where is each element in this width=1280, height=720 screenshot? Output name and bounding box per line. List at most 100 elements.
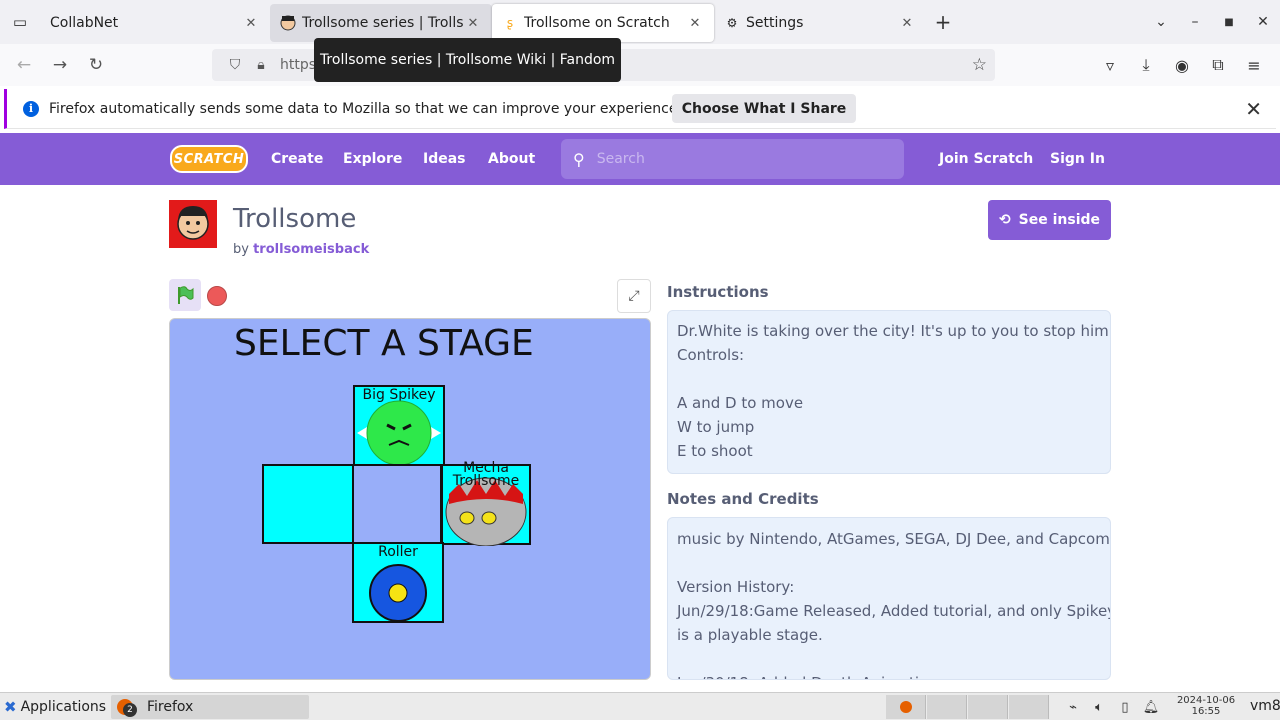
extensions-icon[interactable]: ⧉	[1200, 55, 1236, 75]
workspace-2[interactable]	[927, 695, 967, 719]
applications-label: Applications	[20, 698, 107, 715]
see-inside-button[interactable]: ⟲ See inside	[988, 200, 1111, 240]
notes-line	[677, 551, 1101, 575]
scratch-header: SCRATCH Create Explore Ideas About ⚲ Sea…	[0, 133, 1280, 185]
window-close-icon[interactable]: ✕	[1246, 14, 1280, 30]
tab-collabnet[interactable]: CollabNet ✕	[40, 4, 270, 42]
firefox-icon: 2	[117, 699, 137, 717]
data-notification-bar: i Firefox automatically sends some data …	[4, 89, 1276, 129]
instructions-line: E to shoot	[677, 442, 753, 460]
shield-icon: ⛉	[229, 57, 241, 73]
notes-box: music by Nintendo, AtGames, SEGA, DJ Dee…	[667, 517, 1111, 680]
close-icon[interactable]: ✕	[1245, 97, 1262, 121]
window-count-badge: 2	[123, 703, 137, 717]
lock-icon: 🔒︎	[257, 57, 265, 73]
big-spikey-icon	[357, 400, 441, 465]
notification-bell-icon[interactable]: 🔔︎	[1138, 700, 1164, 715]
stage-mecha-trollsome[interactable]: Mecha Trollsome	[441, 460, 531, 546]
notes-line: Jun/29/18:Game Released, Added tutorial,…	[677, 602, 1111, 620]
search-icon: ⚲	[573, 149, 585, 169]
tab-settings[interactable]: ⚙ Settings ✕	[714, 4, 926, 42]
pocket-icon[interactable]: ▿	[1092, 56, 1128, 75]
roller-icon	[369, 564, 427, 622]
system-tray: ⌁ 🔈︎ ▯ 🔔︎	[1060, 693, 1164, 720]
account-icon[interactable]: ◉	[1164, 56, 1200, 75]
green-flag-icon	[178, 286, 194, 304]
notes-line: music by Nintendo, AtGames, SEGA, DJ Dee…	[677, 530, 1110, 548]
taskbar: ✖ Applications 2 Firefox ⌁ 🔈︎ ▯ 🔔︎ 2024-…	[0, 692, 1280, 720]
tab-title: Trollsome series | Trollsome Wiki | Fand…	[302, 15, 464, 31]
troll-face-icon	[280, 15, 296, 31]
clock-date: 2024-10-06	[1176, 695, 1236, 706]
join-scratch-link[interactable]: Join Scratch	[939, 133, 1033, 185]
notes-heading: Notes and Credits	[667, 490, 819, 508]
instructions-line: W to jump	[677, 418, 755, 436]
sign-in-link[interactable]: Sign In	[1050, 133, 1105, 185]
nav-explore[interactable]: Explore	[343, 133, 402, 185]
choose-what-i-share-button[interactable]: Choose What I Share	[672, 94, 856, 123]
maximize-icon[interactable]: ■	[1212, 17, 1246, 28]
workspace-1[interactable]	[886, 695, 926, 719]
author-link[interactable]: trollsomeisback	[253, 242, 369, 257]
workspace-4[interactable]	[1009, 695, 1049, 719]
new-tab-button[interactable]: +	[926, 10, 960, 34]
bookmark-star-icon[interactable]: ☆	[972, 55, 987, 75]
close-icon[interactable]: ✕	[242, 16, 260, 31]
clock-time: 16:55	[1191, 706, 1221, 717]
instructions-line: Dr.White is taking over the city! It's u…	[677, 322, 1111, 340]
notes-line: Jun/30/18: Added Death Animation	[677, 671, 1101, 679]
notes-line	[677, 647, 1101, 671]
firefox-label: Firefox	[147, 699, 194, 715]
nav-ideas[interactable]: Ideas	[423, 133, 466, 185]
stage-big-spikey[interactable]: Big Spikey	[353, 385, 445, 466]
search-input[interactable]: ⚲ Search	[561, 139, 904, 179]
close-icon[interactable]: ✕	[898, 16, 916, 31]
clock[interactable]: 2024-10-06 16:55	[1170, 695, 1242, 717]
notes-line: Version History:	[677, 578, 795, 596]
close-icon[interactable]: ✕	[686, 16, 704, 31]
chevron-down-icon[interactable]: ⌄	[1144, 14, 1178, 30]
nav-bar: ← → ↻ ⛉ 🔒︎ https: ☆ ▿ ⤓ ◉ ⧉ ≡	[0, 44, 1280, 86]
notes-line: is a playable stage.	[677, 626, 823, 644]
user-label: vm8	[1250, 698, 1280, 714]
minimize-icon[interactable]: –	[1178, 14, 1212, 30]
instructions-box: Dr.White is taking over the city! It's u…	[667, 310, 1111, 474]
taskbar-firefox[interactable]: 2 Firefox	[111, 695, 309, 719]
xfce-icon: ✖	[4, 697, 17, 716]
scratch-logo[interactable]: SCRATCH	[170, 145, 248, 173]
green-flag-button[interactable]	[169, 279, 201, 311]
stage-label: Roller	[378, 544, 418, 560]
battery-icon[interactable]: ▯	[1112, 700, 1138, 715]
forward-icon[interactable]: →	[42, 55, 78, 75]
stage-roller[interactable]: Roller	[352, 542, 444, 623]
project-stage[interactable]: SELECT A STAGE Big Spikey Mecha Trollsom…	[169, 318, 651, 680]
close-icon[interactable]: ✕	[464, 16, 482, 31]
nav-about[interactable]: About	[488, 133, 535, 185]
firefox-view-icon[interactable]: ▭	[0, 0, 40, 44]
menu-icon[interactable]: ≡	[1236, 56, 1272, 75]
search-placeholder: Search	[596, 151, 645, 167]
back-icon[interactable]: ←	[6, 55, 42, 75]
nav-create[interactable]: Create	[271, 133, 323, 185]
see-inside-label: See inside	[1018, 212, 1101, 228]
volume-icon[interactable]: 🔈︎	[1086, 700, 1112, 715]
instructions-line: A and D to move	[677, 394, 804, 412]
tab-bar: ▭ CollabNet ✕ Trollsome series | Trollso…	[0, 0, 1280, 44]
tab-trollsome-wiki[interactable]: Trollsome series | Trollsome Wiki | Fand…	[270, 4, 492, 42]
remix-icon: ⟲	[998, 212, 1011, 228]
tab-title: CollabNet	[50, 15, 119, 31]
reload-icon[interactable]: ↻	[78, 55, 114, 75]
fullscreen-icon[interactable]: ⤢	[617, 279, 651, 313]
applications-menu[interactable]: ✖ Applications	[0, 698, 110, 716]
stage-center-cell	[352, 464, 442, 544]
workspace-3[interactable]	[968, 695, 1008, 719]
project-title: Trollsome	[233, 204, 357, 234]
stage-heading: SELECT A STAGE	[234, 323, 534, 364]
stop-button[interactable]	[207, 286, 227, 306]
instructions-line	[677, 367, 1101, 391]
download-icon[interactable]: ⤓	[1128, 55, 1164, 75]
network-icon[interactable]: ⌁	[1060, 700, 1086, 715]
tab-trollsome-scratch[interactable]: ʂ Trollsome on Scratch ✕	[492, 4, 714, 42]
stage-label: Mecha Trollsome	[452, 460, 520, 489]
author-avatar[interactable]	[169, 200, 217, 248]
